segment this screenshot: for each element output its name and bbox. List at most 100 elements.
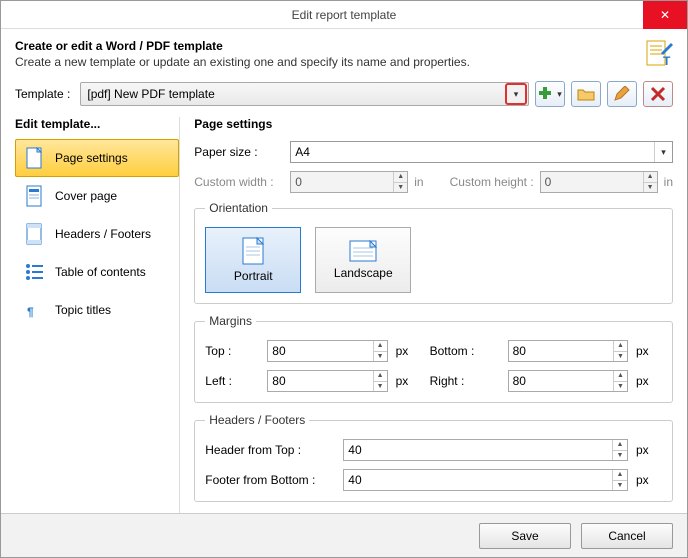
margin-bottom-spinner[interactable]: ▲▼	[508, 340, 628, 362]
sidebar-item-label: Headers / Footers	[55, 227, 151, 241]
sidebar: Edit template... Page settings Cover pag…	[15, 117, 179, 517]
unit-px: px	[636, 473, 662, 487]
unit-px: px	[396, 374, 422, 388]
unit-px: px	[396, 344, 422, 358]
window-title: Edit report template	[292, 8, 397, 22]
unit-px: px	[636, 443, 662, 457]
margin-left-label: Left :	[205, 374, 259, 388]
margin-left-input[interactable]	[268, 374, 372, 388]
header-from-top-label: Header from Top :	[205, 443, 335, 457]
chevron-down-icon: ▾	[557, 89, 562, 100]
template-label: Template :	[15, 87, 70, 101]
footer-from-bottom-spinner[interactable]: ▲▼	[343, 469, 628, 491]
hf-legend: Headers / Footers	[205, 413, 309, 427]
cover-page-icon	[25, 185, 45, 207]
template-row: Template : [pdf] New PDF template ▾ ▾	[1, 75, 687, 117]
paper-size-value: A4	[295, 145, 310, 159]
delete-template-button[interactable]	[643, 81, 673, 107]
sidebar-item-page-settings[interactable]: Page settings	[15, 139, 179, 177]
custom-width-input	[291, 175, 393, 189]
sidebar-item-headers-footers[interactable]: Headers / Footers	[15, 215, 179, 253]
spinner-buttons[interactable]: ▲▼	[612, 470, 627, 490]
margin-top-input[interactable]	[268, 344, 372, 358]
margin-right-input[interactable]	[509, 374, 613, 388]
svg-text:¶: ¶	[27, 305, 34, 319]
footer-from-bottom-input[interactable]	[344, 473, 612, 487]
close-button[interactable]: ✕	[643, 1, 687, 29]
unit-in: in	[664, 175, 673, 189]
landscape-label: Landscape	[334, 266, 393, 280]
header-from-top-spinner[interactable]: ▲▼	[343, 439, 628, 461]
unit-px: px	[636, 344, 662, 358]
landscape-page-icon	[349, 240, 377, 262]
margin-right-label: Right :	[430, 374, 500, 388]
header-subtitle: Create a new template or update an exist…	[15, 55, 470, 69]
spinner-buttons[interactable]: ▲▼	[613, 371, 627, 391]
edit-template-button[interactable]	[607, 81, 637, 107]
paper-size-label: Paper size :	[194, 145, 284, 159]
headers-footers-fieldset: Headers / Footers Header from Top : ▲▼ p…	[194, 413, 673, 502]
pencil-icon	[613, 86, 631, 102]
open-folder-button[interactable]	[571, 81, 601, 107]
custom-height-spinner: ▲▼	[540, 171, 658, 193]
landscape-button[interactable]: Landscape	[315, 227, 411, 293]
toc-icon	[25, 261, 45, 283]
margins-fieldset: Margins Top : ▲▼ px Bottom : ▲▼ px Left …	[194, 314, 673, 403]
custom-height-label: Custom height :	[450, 175, 534, 189]
sidebar-item-label: Page settings	[55, 151, 128, 165]
chevron-down-icon: ▾	[654, 142, 672, 162]
template-select-value: [pdf] New PDF template	[81, 87, 504, 101]
page-icon	[25, 147, 45, 169]
sidebar-item-topic-titles[interactable]: ¶ Topic titles	[15, 291, 179, 329]
dialog-footer: Save Cancel	[1, 513, 687, 557]
margins-legend: Margins	[205, 314, 256, 328]
orientation-legend: Orientation	[205, 201, 272, 215]
unit-in: in	[414, 175, 423, 189]
sidebar-item-label: Cover page	[55, 189, 117, 203]
spinner-buttons[interactable]: ▲▼	[613, 341, 627, 361]
folder-icon	[577, 86, 595, 102]
add-template-button[interactable]: ▾	[535, 81, 565, 107]
save-button[interactable]: Save	[479, 523, 571, 549]
header-from-top-input[interactable]	[344, 443, 612, 457]
margin-right-spinner[interactable]: ▲▼	[508, 370, 628, 392]
spinner-buttons[interactable]: ▲▼	[373, 371, 387, 391]
margin-bottom-input[interactable]	[509, 344, 613, 358]
content-heading: Page settings	[194, 117, 673, 131]
unit-px: px	[636, 374, 662, 388]
plus-icon	[538, 86, 556, 102]
header-title: Create or edit a Word / PDF template	[15, 39, 470, 53]
cancel-button[interactable]: Cancel	[581, 523, 673, 549]
margin-top-spinner[interactable]: ▲▼	[267, 340, 387, 362]
custom-width-label: Custom width :	[194, 175, 284, 189]
sidebar-item-label: Topic titles	[55, 303, 111, 317]
template-header-icon: T	[645, 39, 673, 67]
template-select[interactable]: [pdf] New PDF template ▾	[80, 82, 529, 106]
pilcrow-icon: ¶	[25, 299, 45, 321]
chevron-down-icon: ▾	[514, 89, 519, 100]
header: Create or edit a Word / PDF template Cre…	[1, 29, 687, 75]
content-panel: Page settings Paper size : A4 ▾ Custom w…	[179, 117, 673, 517]
portrait-button[interactable]: Portrait	[205, 227, 301, 293]
footer-from-bottom-label: Footer from Bottom :	[205, 473, 335, 487]
sidebar-heading: Edit template...	[15, 117, 179, 131]
delete-icon	[650, 86, 666, 102]
headers-footers-icon	[25, 223, 45, 245]
sidebar-item-table-of-contents[interactable]: Table of contents	[15, 253, 179, 291]
orientation-fieldset: Orientation Portrait Landscape	[194, 201, 673, 304]
portrait-page-icon	[242, 237, 264, 265]
sidebar-item-label: Table of contents	[55, 265, 146, 279]
portrait-label: Portrait	[234, 269, 273, 283]
template-dropdown-button[interactable]: ▾	[505, 83, 527, 105]
margin-bottom-label: Bottom :	[430, 344, 500, 358]
custom-width-spinner: ▲▼	[290, 171, 408, 193]
close-icon: ✕	[660, 8, 670, 22]
title-bar: Edit report template ✕	[1, 1, 687, 29]
spinner-buttons[interactable]: ▲▼	[612, 440, 627, 460]
svg-text:T: T	[663, 54, 671, 67]
paper-size-select[interactable]: A4 ▾	[290, 141, 673, 163]
spinner-buttons[interactable]: ▲▼	[373, 341, 387, 361]
custom-height-input	[541, 175, 643, 189]
sidebar-item-cover-page[interactable]: Cover page	[15, 177, 179, 215]
margin-left-spinner[interactable]: ▲▼	[267, 370, 387, 392]
